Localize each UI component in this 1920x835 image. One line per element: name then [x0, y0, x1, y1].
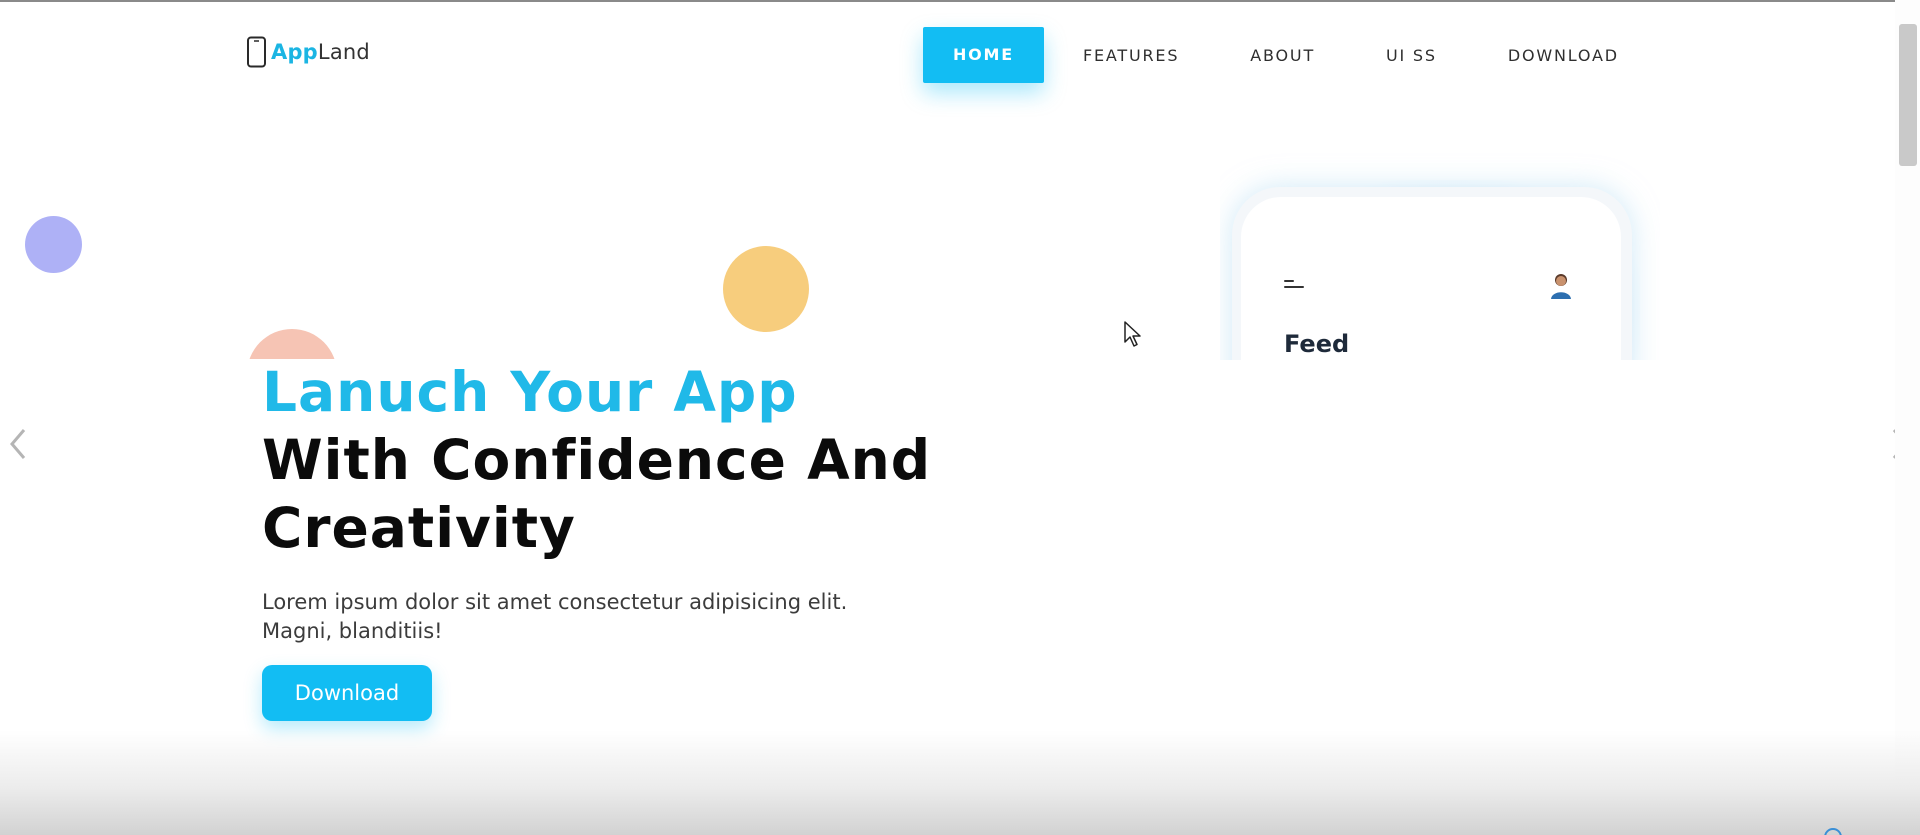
brand-name-app: App [271, 39, 318, 64]
scrollbar-thumb[interactable] [1899, 24, 1917, 166]
bottom-shadow [0, 730, 1920, 835]
page: AppLand HOME FEATURES ABOUT UI SS DOWNLO… [0, 0, 1920, 835]
decor-semicircle-salmon [247, 329, 337, 359]
hamburger-menu-icon [1284, 280, 1306, 290]
decor-circle-purple [25, 216, 82, 273]
nav-item-ui-ss[interactable]: UI SS [1386, 46, 1437, 65]
decor-circle-orange [723, 246, 809, 332]
nav-item-home[interactable]: HOME [923, 27, 1044, 83]
chevron-left-icon[interactable] [6, 424, 30, 464]
hero-title-line-1: Lanuch Your App [262, 360, 798, 424]
nav-item-features[interactable]: FEATURES [1083, 46, 1179, 65]
hero-description-line-2: Magni, blanditiis! [262, 619, 443, 643]
brand-logo[interactable]: AppLand [246, 34, 370, 70]
download-button[interactable]: Download [262, 665, 432, 721]
phone-screen-title: Feed [1284, 330, 1350, 358]
hero-description-line-1: Lorem ipsum dolor sit amet consectetur a… [262, 590, 848, 614]
hero-title-line-3: Creativity [262, 496, 576, 560]
brand-name-land: Land [317, 39, 370, 64]
brand-name: AppLand [271, 39, 370, 64]
corner-ring-icon [1824, 828, 1842, 835]
mouse-cursor-icon [1124, 321, 1141, 347]
nav-item-about[interactable]: ABOUT [1250, 46, 1315, 65]
window-top-border [0, 0, 1920, 2]
hero-description: Lorem ipsum dolor sit amet consectetur a… [262, 588, 962, 646]
hero-title-line-2: With Confidence And [262, 428, 932, 492]
nav-item-download[interactable]: DOWNLOAD [1508, 46, 1619, 65]
user-avatar-icon [1551, 274, 1571, 299]
phone-outline-icon [247, 36, 266, 68]
hero-title: Lanuch Your App With Confidence And Crea… [262, 358, 931, 562]
main-nav: HOME FEATURES ABOUT UI SS DOWNLOAD [923, 27, 1619, 83]
phone-mockup: Feed [1220, 150, 1660, 360]
